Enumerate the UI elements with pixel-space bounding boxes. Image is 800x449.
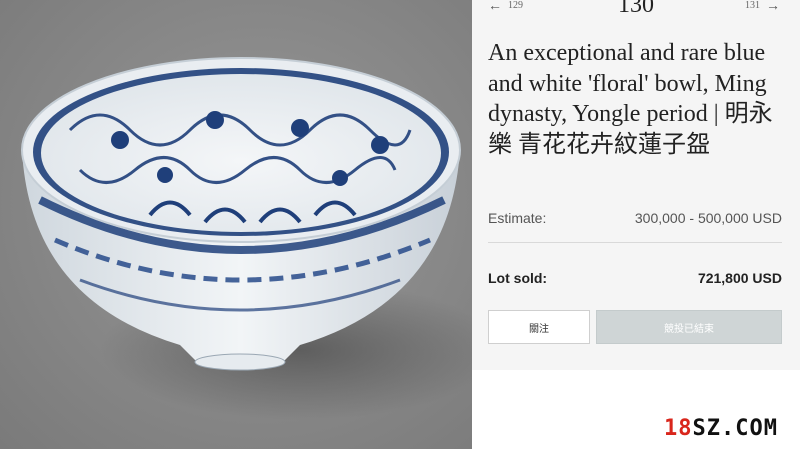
follow-button[interactable]: 關注 — [488, 310, 590, 344]
lot-sold-row: Lot sold: 721,800 USD — [488, 270, 782, 286]
lot-sold-label: Lot sold: — [488, 270, 548, 286]
next-lot-number: 131 — [745, 0, 760, 11]
estimate-label: Estimate: — [488, 210, 547, 226]
watermark-part-1: 18 — [664, 416, 693, 441]
next-lot-link[interactable]: 131 → — [745, 0, 780, 13]
lot-info-panel: ← 129 130 131 → An exceptional and rare … — [472, 0, 800, 370]
estimate-value: 300,000 - 500,000 USD — [634, 210, 782, 226]
lot-title: An exceptional and rare blue and white '… — [488, 40, 773, 158]
estimate-row: Estimate: 300,000 - 500,000 USD — [488, 210, 782, 226]
lot-image[interactable] — [0, 0, 472, 449]
bowl-illustration — [21, 57, 472, 420]
bidding-closed-button[interactable]: 競投已結束 — [596, 310, 782, 344]
watermark-part-2: SZ.COM — [692, 416, 778, 441]
divider — [488, 242, 782, 243]
lot-sold-value: 721,800 USD — [697, 270, 782, 286]
site-watermark: 18SZ.COM — [664, 416, 778, 441]
arrow-right-icon: → — [766, 0, 780, 13]
